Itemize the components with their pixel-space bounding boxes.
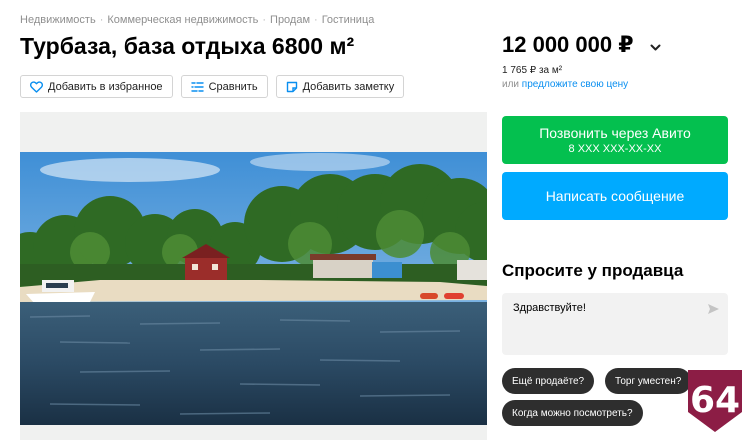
breadcrumb-separator: · xyxy=(262,14,267,26)
ask-seller-title: Спросите у продавца xyxy=(502,261,684,280)
listing-photo[interactable] xyxy=(20,152,487,425)
price-value: 12 000 000 ₽ xyxy=(502,32,634,57)
seller-message-input[interactable]: Здравствуйте! xyxy=(502,293,728,355)
breadcrumb-separator: · xyxy=(99,14,104,26)
heart-icon xyxy=(30,80,43,93)
price-per-m2: 1 765 ₽ за м² xyxy=(502,65,563,76)
listing-actions: Добавить в избранное Сравнить Добавить з… xyxy=(20,75,405,98)
seller-message-value: Здравствуйте! xyxy=(513,302,586,314)
chevron-down-icon[interactable] xyxy=(650,32,661,58)
write-message-label: Написать сообщение xyxy=(545,188,685,204)
photo-gallery[interactable] xyxy=(20,112,487,440)
breadcrumb-link[interactable]: Гостиница xyxy=(322,14,375,26)
channel-logo-number: 64 xyxy=(689,379,741,421)
add-note-button[interactable]: Добавить заметку xyxy=(275,75,405,98)
price[interactable]: 12 000 000 ₽ xyxy=(502,32,661,58)
compare-icon xyxy=(190,81,204,93)
add-note-label: Добавить заметку xyxy=(302,80,395,93)
call-button[interactable]: Позвонить через Авито 8 XXX XXX-XX-XX xyxy=(502,116,728,164)
breadcrumb-link[interactable]: Коммерческая недвижимость xyxy=(107,14,258,26)
compare-button[interactable]: Сравнить xyxy=(180,75,268,98)
breadcrumb-link[interactable]: Продам xyxy=(270,14,310,26)
note-icon xyxy=(286,81,298,93)
quick-reply-when-view[interactable]: Когда можно посмотреть? xyxy=(502,400,643,426)
quick-reply-still-selling[interactable]: Ещё продаёте? xyxy=(502,368,595,394)
offer-price-link[interactable]: предложите свою цену xyxy=(522,79,628,90)
offer-price-row: или предложите свою цену xyxy=(502,79,628,90)
call-button-label: Позвонить через Авито xyxy=(539,125,691,141)
breadcrumb: Недвижимость · Коммерческая недвижимость · П… xyxy=(20,14,374,26)
write-message-button[interactable]: Написать сообщение xyxy=(502,172,728,220)
send-icon[interactable] xyxy=(707,302,720,320)
add-to-favorites-label: Добавить в избранное xyxy=(48,80,163,93)
compare-label: Сравнить xyxy=(208,80,258,93)
page-title: Турбаза, база отдыха 6800 м² xyxy=(20,33,355,59)
offer-or-text: или xyxy=(502,79,520,90)
add-to-favorites-button[interactable]: Добавить в избранное xyxy=(20,75,173,98)
channel-logo: 64 xyxy=(684,368,746,434)
breadcrumb-link[interactable]: Недвижимость xyxy=(20,14,96,26)
breadcrumb-separator: · xyxy=(314,14,318,26)
quick-reply-bargain[interactable]: Торг уместен? xyxy=(605,368,692,394)
call-phone-number: 8 XXX XXX-XX-XX xyxy=(568,143,662,155)
